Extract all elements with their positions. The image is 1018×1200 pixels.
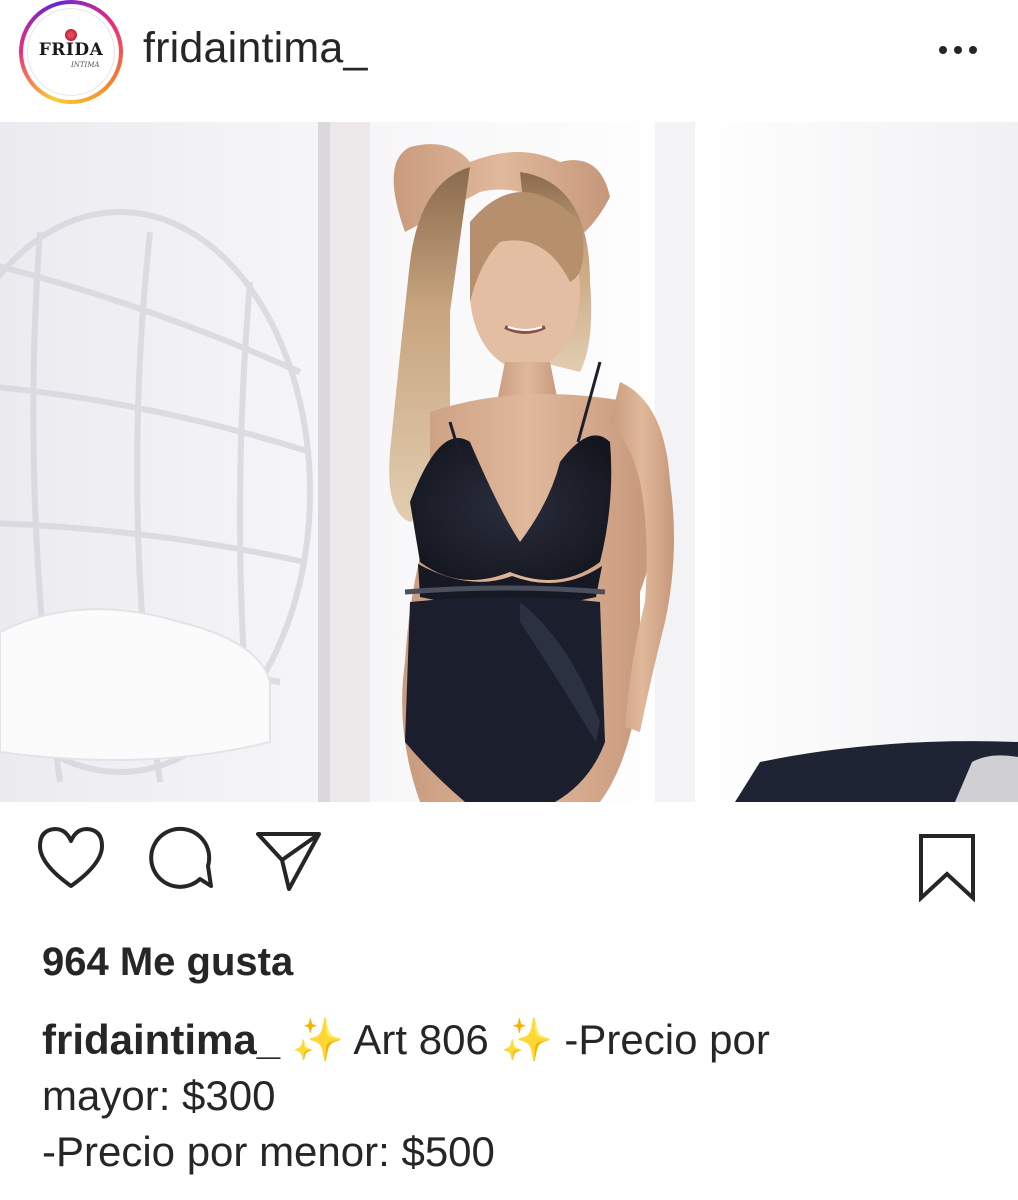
more-options-icon: [954, 46, 962, 54]
post-caption: fridaintima_ ✨ Art 806 ✨ -Precio por may…: [42, 1012, 982, 1180]
save-button[interactable]: [915, 832, 985, 902]
avatar[interactable]: FRIDA INTIMA: [27, 8, 115, 96]
more-options-icon: [939, 46, 947, 54]
story-ring[interactable]: FRIDA INTIMA: [19, 0, 123, 104]
more-options-button[interactable]: [930, 30, 986, 70]
caption-line-1: fridaintima_ ✨ Art 806 ✨ -Precio por: [42, 1012, 982, 1068]
caption-text: ✨ Art 806 ✨ -Precio por: [280, 1016, 770, 1063]
bookmark-icon: [919, 834, 975, 902]
comment-bubble-icon: [149, 826, 213, 889]
avatar-sub-text: INTIMA: [71, 61, 100, 69]
action-bar: [0, 802, 1018, 922]
more-options-icon: [969, 46, 977, 54]
post-header: FRIDA INTIMA fridaintima_: [0, 0, 1018, 122]
post-photo[interactable]: [0, 122, 1018, 802]
comment-button[interactable]: [146, 824, 216, 894]
share-button[interactable]: [255, 824, 325, 894]
caption-line-3: -Precio por menor: $500: [42, 1128, 495, 1175]
caption-line-2: mayor: $300: [42, 1072, 276, 1119]
paper-plane-icon: [256, 832, 321, 891]
caption-username[interactable]: fridaintima_: [42, 1016, 280, 1063]
avatar-border: FRIDA INTIMA: [23, 4, 119, 100]
avatar-brand-text: FRIDA: [38, 40, 104, 60]
like-button[interactable]: [36, 824, 106, 894]
likes-count[interactable]: 964 Me gusta: [42, 940, 293, 985]
heart-icon: [38, 827, 104, 888]
post-username[interactable]: fridaintima_: [143, 24, 368, 73]
